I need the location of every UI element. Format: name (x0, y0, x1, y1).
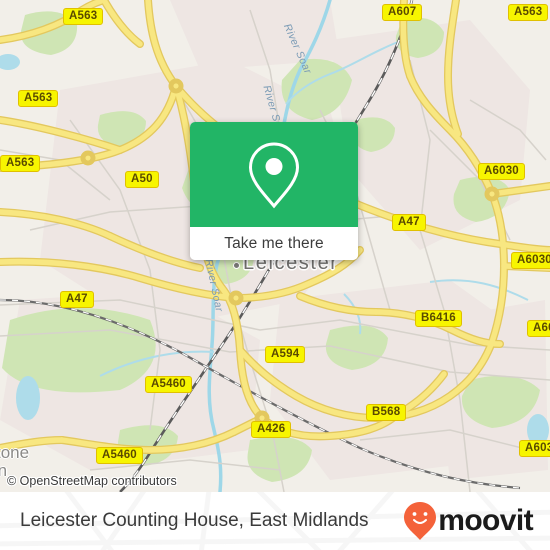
leicester-city-dot (233, 262, 240, 269)
road-shield: A6030 (527, 320, 550, 337)
road-shield: A563 (63, 8, 104, 25)
place-title: Leicester Counting House, East Midlands (20, 510, 369, 531)
road-shield: B568 (366, 404, 407, 421)
map-screenshot: River Soar River Soar River Soar Leicest… (0, 0, 550, 550)
road-shield: A47 (60, 291, 94, 308)
road-shield: A6030 (519, 440, 550, 457)
road-shield: A50 (125, 171, 159, 188)
popup-image-area (190, 122, 358, 227)
road-shield: A594 (265, 346, 306, 363)
road-shield: A47 (392, 214, 426, 231)
road-shield: B6416 (415, 310, 462, 327)
take-me-there-button[interactable]: Take me there (190, 227, 358, 260)
town-label-clipped-1: tone (0, 443, 30, 462)
road-shield: A5460 (96, 447, 143, 464)
road-shield: A6030 (511, 252, 550, 269)
map-pin-icon (248, 141, 300, 208)
road-shield: A607 (382, 4, 423, 21)
road-shield: A563 (18, 90, 59, 107)
moovit-wordmark: moovit (438, 504, 533, 537)
road-shield: A6030 (478, 163, 525, 180)
moovit-smiley-pin-icon (404, 502, 437, 540)
moovit-logo[interactable]: moovit (403, 501, 534, 541)
road-shield: A563 (0, 155, 41, 172)
road-shield: A563 (508, 4, 549, 21)
road-shield: A426 (251, 421, 292, 438)
take-me-there-popup[interactable]: Take me there (190, 122, 358, 260)
footer-bar: Leicester Counting House, East Midlands … (0, 492, 550, 550)
osm-attribution[interactable]: © OpenStreetMap contributors (7, 474, 177, 488)
road-shield: A5460 (145, 376, 192, 393)
